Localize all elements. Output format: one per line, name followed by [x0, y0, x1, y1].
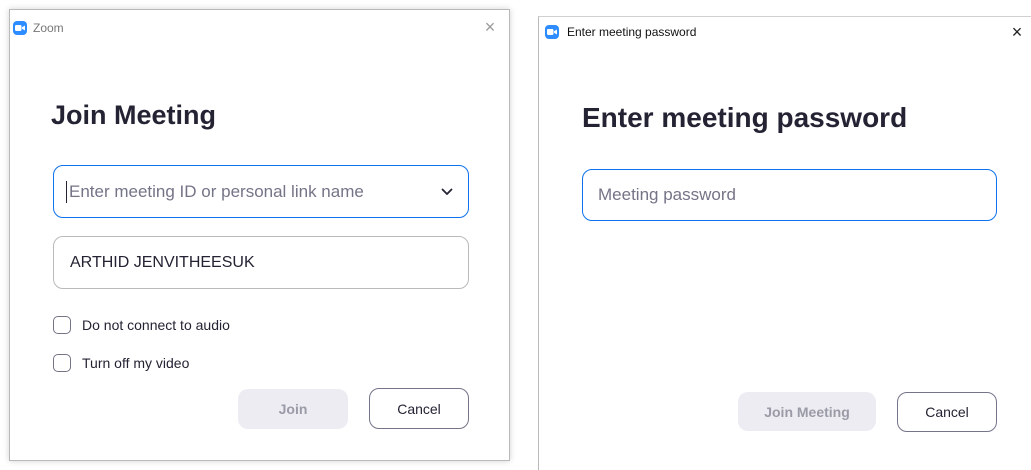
zoom-app-icon	[545, 25, 559, 39]
title-bar: Zoom ×	[10, 10, 509, 42]
zoom-app-icon	[13, 21, 27, 35]
close-icon[interactable]: ×	[1010, 23, 1024, 41]
meeting-password-window: Enter meeting password × Enter meeting p…	[538, 16, 1031, 470]
chevron-down-icon[interactable]	[441, 187, 454, 197]
cancel-button[interactable]: Cancel	[897, 392, 997, 432]
title-bar: Enter meeting password ×	[539, 17, 1031, 49]
page-title: Enter meeting password	[582, 102, 908, 133]
video-off-checkbox[interactable]	[53, 354, 71, 372]
no-audio-checkbox[interactable]	[53, 316, 71, 334]
cancel-button[interactable]: Cancel	[369, 388, 469, 429]
meeting-id-combobox	[53, 165, 469, 218]
meeting-id-input[interactable]	[66, 180, 441, 203]
password-input[interactable]	[596, 184, 996, 206]
join-meeting-button[interactable]: Join Meeting	[738, 392, 876, 431]
close-icon[interactable]: ×	[483, 18, 497, 36]
option-video-off[interactable]: Turn off my video	[53, 354, 189, 372]
no-audio-label: Do not connect to audio	[82, 317, 230, 333]
name-input[interactable]	[68, 252, 468, 273]
join-meeting-window: Zoom × Join Meeting Do not connect to au…	[9, 9, 510, 461]
password-field	[582, 169, 997, 221]
page-title: Join Meeting	[51, 100, 217, 130]
window-title: Zoom	[33, 21, 64, 35]
window-title: Enter meeting password	[567, 25, 697, 39]
option-no-audio[interactable]: Do not connect to audio	[53, 316, 230, 334]
name-field	[53, 236, 469, 289]
join-button[interactable]: Join	[238, 389, 348, 429]
video-off-label: Turn off my video	[82, 355, 190, 371]
